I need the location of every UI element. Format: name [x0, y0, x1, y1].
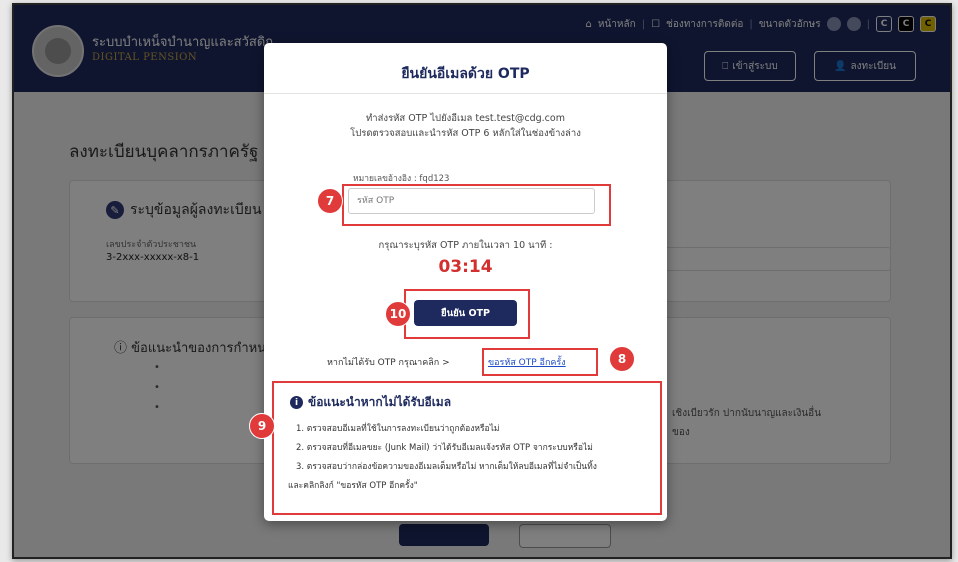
step-marker-resend: 8: [609, 346, 635, 372]
info-line: 1. ตรวจสอบอีเมลที่ใช้ในการลงทะเบียนว่าถู…: [296, 424, 500, 434]
reference-code: หมายเลขอ้างอิง : fqd123: [353, 174, 450, 184]
otp-sent-message: ทำส่งรหัส OTP ไปยังอีเมล test.test@cdg.c…: [366, 113, 565, 124]
resend-otp-link[interactable]: ขอรหัส OTP อีกครั้ง: [488, 355, 566, 369]
no-email-info-box: i ข้อแนะนำหากไม่ได้รับอีเมล 1. ตรวจสอบอี…: [272, 381, 662, 515]
resend-prompt: หากไม่ได้รับ OTP กรุณาคลิก >: [327, 358, 450, 368]
modal-divider: [264, 93, 667, 94]
info-line: 3. ตรวจสอบว่ากล่องข้อความของอีเมลเต็มหรื…: [296, 462, 597, 472]
info-line: และคลิกลิงก์ "ขอรหัส OTP อีกครั้ง": [288, 481, 418, 491]
info-title: ข้อแนะนำหากไม่ได้รับอีเมล: [308, 395, 452, 409]
otp-modal: ยืนยันอีเมลด้วย OTP ทำส่งรหัส OTP ไปยังอ…: [264, 43, 667, 521]
info-icon: i: [290, 396, 303, 409]
info-line: 2. ตรวจสอบที่อีเมลขยะ (Junk Mail) ว่าได้…: [296, 443, 593, 453]
modal-title: ยืนยันอีเมลด้วย OTP: [401, 66, 530, 82]
step-marker-otp-input: 7: [317, 188, 343, 214]
app-window: ระบบบำเหน็จบำนาญและสวัสดิก DIGITAL PENSI…: [12, 3, 952, 559]
timer-label: กรุณาระบุรหัส OTP ภายในเวลา 10 นาที :: [378, 240, 553, 251]
confirm-otp-button[interactable]: ยืนยัน OTP: [414, 300, 517, 326]
step-marker-confirm: 10: [385, 301, 411, 327]
info-heading: i ข้อแนะนำหากไม่ได้รับอีเมล: [290, 393, 451, 412]
countdown-timer: 03:14: [438, 257, 493, 277]
otp-input-highlight: [342, 184, 611, 226]
step-marker-info: 9: [249, 413, 275, 439]
otp-instruction: โปรดตรวจสอบและนำรหัส OTP 6 หลักใส่ในช่อง…: [350, 128, 581, 139]
